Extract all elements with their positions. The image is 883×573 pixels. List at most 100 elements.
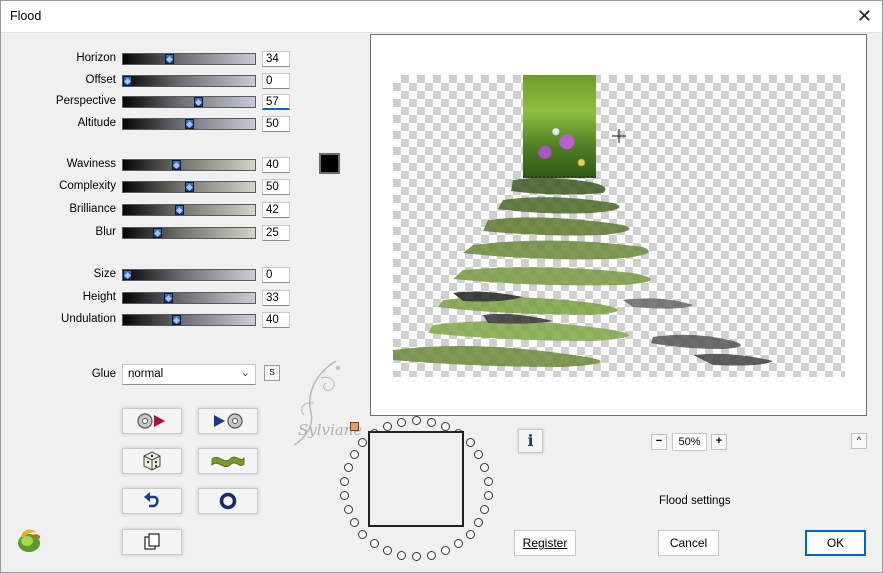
mini-preview [368,431,464,527]
height-slider[interactable] [122,292,256,304]
prev-preset-button[interactable] [122,408,182,434]
perspective-slider-thumb[interactable] [194,97,203,107]
navigator-dot[interactable] [426,550,436,560]
copy-button[interactable] [122,529,182,555]
color-swatch[interactable] [319,153,340,174]
navigator-dot[interactable] [483,491,493,501]
disc-play-reverse-icon [137,413,165,429]
navigator-dot[interactable] [358,529,368,539]
wave-button[interactable] [198,448,258,474]
collapse-button[interactable]: ^ [851,433,867,449]
altitude-input[interactable]: 50 [262,116,290,132]
blur-input[interactable]: 25 [262,225,290,241]
undo-arrow-icon [144,492,159,508]
flood-reflection [393,176,773,367]
next-preset-button[interactable] [198,408,258,434]
navigator-dot[interactable] [382,546,392,556]
navigator-dot[interactable] [441,546,451,556]
brilliance-input[interactable]: 42 [262,202,290,218]
navigator-dot[interactable] [454,539,464,548]
settings-label: Flood settings [659,495,731,507]
navigator-dot[interactable] [474,518,484,527]
register-button-label: Register [522,536,568,550]
height-input[interactable]: 33 [262,290,290,306]
info-button[interactable]: i [518,429,543,453]
offset-slider-thumb[interactable] [123,76,132,86]
zoom-out-button[interactable]: − [651,434,667,450]
navigator-dot[interactable] [483,476,493,486]
navigator-dot[interactable] [369,539,379,548]
undo-button[interactable] [122,488,182,514]
altitude-slider-thumb[interactable] [185,119,194,129]
horizon-slider[interactable] [122,53,256,65]
copy-pages-icon [144,533,160,550]
undulation-slider[interactable] [122,314,256,326]
close-icon[interactable]: ✕ [857,7,872,25]
cancel-button-label: Cancel [669,536,708,550]
size-input[interactable]: 0 [262,267,290,283]
brilliance-label: Brilliance [69,203,116,215]
complexity-input[interactable]: 50 [262,179,290,195]
waviness-slider-thumb[interactable] [172,160,181,170]
navigator-dot[interactable] [382,421,392,431]
blur-slider-thumb[interactable] [153,228,162,238]
brilliance-slider-thumb[interactable] [175,205,184,215]
navigator-dot[interactable] [349,450,359,459]
reset-button[interactable] [198,488,258,514]
navigator-dot[interactable] [343,505,353,514]
ok-button-label: OK [826,536,845,550]
perspective-label: Perspective [55,95,116,107]
zoom-in-button[interactable]: + [711,434,727,450]
size-slider[interactable] [122,269,256,281]
navigator-dot[interactable] [349,518,359,527]
size-slider-thumb[interactable] [123,270,132,280]
navigator-dot[interactable] [340,491,350,501]
horizon-input[interactable]: 34 [262,51,290,67]
glue-label: Glue [91,368,116,380]
crosshair-cursor-icon [612,129,626,143]
perspective-input[interactable]: 57 [262,94,290,110]
navigator-dot[interactable] [343,462,353,472]
perspective-slider[interactable] [122,96,256,108]
offset-slider[interactable] [122,75,256,87]
transparency-checkerboard [393,75,845,377]
register-button[interactable]: Register [514,530,576,556]
waviness-input[interactable]: 40 [262,157,290,173]
ring-icon [219,492,237,510]
altitude-slider[interactable] [122,118,256,130]
navigator-dot[interactable] [480,505,490,514]
navigator-dot[interactable] [480,462,490,472]
random-button[interactable] [122,448,182,474]
navigator-dot[interactable] [340,476,350,486]
waviness-slider[interactable] [122,159,256,171]
complexity-slider[interactable] [122,181,256,193]
ok-button[interactable]: OK [805,530,866,556]
navigator-dot[interactable] [412,416,421,425]
navigator-dot[interactable] [441,421,451,431]
offset-input[interactable]: 0 [262,73,290,89]
navigator-dot[interactable] [426,417,436,427]
cancel-button[interactable]: Cancel [658,530,719,556]
dice-icon [143,451,161,471]
glue-select[interactable]: normal ⌄ [122,364,256,385]
blur-slider[interactable] [122,227,256,239]
navigator-dot[interactable] [358,438,368,448]
offset-label: Offset [85,74,116,86]
blur-label: Blur [95,226,116,238]
navigator-dot[interactable] [474,450,484,459]
navigator-dot[interactable] [412,552,421,561]
zoom-level: 50% [672,433,707,451]
navigator-dot[interactable] [397,550,407,560]
undulation-slider-thumb[interactable] [172,315,181,325]
waviness-label: Waviness [66,158,116,170]
navigator-dot[interactable] [465,438,475,448]
preview-canvas[interactable] [370,34,867,416]
complexity-slider-thumb[interactable] [185,182,194,192]
title-bar: Flood ✕ [1,1,882,33]
undulation-input[interactable]: 40 [262,312,290,328]
navigator-dot[interactable] [465,529,475,539]
horizon-slider-thumb[interactable] [165,54,174,64]
navigator-dot[interactable] [397,417,407,427]
brilliance-slider[interactable] [122,204,256,216]
height-slider-thumb[interactable] [164,293,173,303]
